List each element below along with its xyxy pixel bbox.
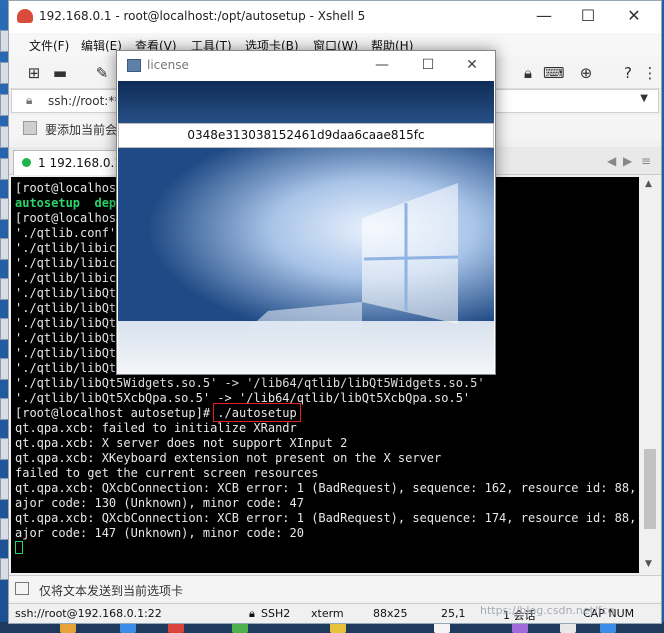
keyboard-icon[interactable]: ⌨	[543, 64, 565, 82]
terminal-line: './qtlib/libicu	[15, 271, 124, 285]
connected-status-icon	[22, 158, 31, 167]
lock-icon[interactable]: 🔒︎	[519, 64, 537, 82]
terminal-line: [root@localhost	[15, 181, 124, 195]
command-highlight-box	[213, 403, 301, 422]
open-folder-icon[interactable]: ▬	[51, 64, 69, 82]
terminal-line: autosetup depl	[15, 196, 124, 210]
new-session-icon[interactable]: ⊞	[25, 64, 43, 82]
bookmark-icon	[23, 121, 37, 135]
terminal-line: './qtlib/libQt5	[15, 361, 124, 375]
dialog-body: 0348e313038152461d9daa6caae815fc	[118, 81, 494, 374]
taskbar-app-icon[interactable]	[120, 623, 136, 633]
tab-label: 1 192.168.0.1	[38, 156, 122, 170]
terminal-line: [root@localhost	[15, 211, 124, 225]
add-icon[interactable]: ⊕	[577, 64, 595, 82]
taskbar-app-icon[interactable]	[232, 623, 248, 633]
terminal-line: './qtlib/libQt5	[15, 346, 124, 360]
license-key-field[interactable]: 0348e313038152461d9daa6caae815fc	[118, 123, 494, 148]
taskbar-app-icon[interactable]	[600, 623, 616, 633]
status-protocol: SSH2	[261, 607, 291, 620]
compose-hint: 仅将文本发送到当前选项卡	[39, 584, 184, 598]
terminal-line: './qtlib/libQt5	[15, 301, 124, 315]
address-text: ssh://root:**	[48, 94, 121, 108]
tab-next-icon[interactable]: ▶	[623, 154, 632, 168]
terminal-line: ajor code: 130 (Unknown), minor code: 47	[15, 496, 304, 510]
properties-icon[interactable]: ✎	[93, 64, 111, 82]
terminal-line: qt.qpa.xcb: QXcbConnection: XCB error: 1…	[15, 481, 639, 495]
terminal-line: './qtlib/libQt5	[15, 286, 124, 300]
dialog-minimize-button[interactable]: —	[359, 53, 405, 79]
toolbar-more-icon[interactable]: ⋮	[641, 64, 659, 82]
lock-icon: 🔒︎	[249, 607, 255, 620]
terminal-line: './qtlib.conf'	[15, 226, 117, 240]
scrollbar-thumb[interactable]	[644, 449, 656, 529]
tab-menu-icon[interactable]: ≡	[641, 154, 651, 168]
tab-session-1[interactable]: 1 192.168.0.1	[13, 150, 122, 175]
taskbar-app-icon[interactable]	[60, 623, 76, 633]
terminal-line: './qtlib/libQt5	[15, 331, 124, 345]
dialog-title: license	[147, 58, 189, 72]
taskbar-app-icon[interactable]	[330, 623, 346, 633]
terminal-line: ajor code: 147 (Unknown), minor code: 20	[15, 526, 304, 540]
taskbar-app-icon[interactable]	[168, 623, 184, 633]
status-pos: 25,1	[441, 607, 466, 620]
taskbar-app-icon[interactable]	[512, 623, 528, 633]
terminal-line: './qtlib/libicu	[15, 256, 124, 270]
close-button[interactable]: ✕	[611, 1, 657, 33]
tab-prev-icon[interactable]: ◀	[607, 154, 616, 168]
menu-file[interactable]: 文件(F)	[29, 37, 69, 54]
taskbar-app-icon[interactable]	[434, 623, 450, 633]
title-bar[interactable]: 192.168.0.1 - root@localhost:/opt/autose…	[9, 1, 661, 33]
links-hint[interactable]: 要添加当前会	[45, 121, 117, 138]
compose-icon	[15, 582, 29, 595]
chevron-down-icon[interactable]: ▼	[640, 93, 648, 104]
terminal-cursor	[15, 541, 23, 554]
terminal-line: failed to get the current screen resourc…	[15, 466, 319, 480]
dialog-maximize-button[interactable]: ☐	[405, 53, 451, 79]
compose-bar[interactable]: 仅将文本发送到当前选项卡	[9, 575, 661, 601]
status-size: 88x25	[373, 607, 408, 620]
scroll-up-icon[interactable]: ▲	[645, 179, 652, 189]
terminal-scrollbar[interactable]: ▲ ▼	[641, 177, 659, 573]
help-icon[interactable]: ?	[619, 64, 637, 82]
terminal-line: qt.qpa.xcb: failed to initialize XRandr	[15, 421, 297, 435]
app-icon	[127, 59, 141, 72]
lock-icon: 🔒︎	[26, 93, 33, 107]
terminal-line: qt.qpa.xcb: X server does not support XI…	[15, 436, 348, 450]
window-title: 192.168.0.1 - root@localhost:/opt/autose…	[39, 9, 366, 23]
taskbar-app-icon[interactable]	[560, 623, 576, 633]
minimize-button[interactable]: —	[521, 1, 567, 33]
terminal-line: './qtlib/libQt5Widgets.so.5' -> '/lib64/…	[15, 376, 485, 390]
watermark: https://blog.csdn.net/fcq	[480, 604, 615, 617]
dialog-close-button[interactable]: ✕	[449, 53, 495, 79]
xshell-logo-icon	[17, 9, 33, 23]
terminal-line: qt.qpa.xcb: QXcbConnection: XCB error: 1…	[15, 511, 639, 525]
maximize-button[interactable]: ☐	[565, 1, 611, 33]
status-connection: ssh://root@192.168.0.1:22	[15, 607, 162, 620]
scroll-down-icon[interactable]: ▼	[645, 559, 652, 569]
terminal-line: './qtlib/libQt5	[15, 316, 124, 330]
license-dialog: license — ☐ ✕ 0348e313038152461d9daa6caa…	[116, 50, 496, 375]
status-term: xterm	[311, 607, 344, 620]
terminal-line: qt.qpa.xcb: XKeyboard extension not pres…	[15, 451, 442, 465]
terminal-line: './qtlib/libicu	[15, 241, 124, 255]
dialog-title-bar[interactable]: license — ☐ ✕	[117, 51, 495, 81]
